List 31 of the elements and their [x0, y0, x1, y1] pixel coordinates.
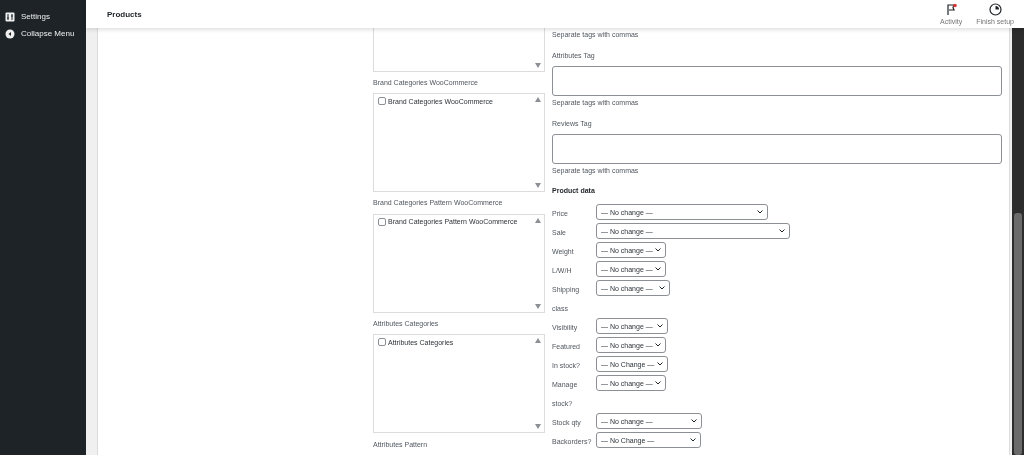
checkbox[interactable] — [378, 217, 386, 226]
scroll-down-icon[interactable] — [535, 62, 541, 68]
flag-icon — [944, 3, 958, 16]
settings-icon — [5, 11, 15, 22]
checkbox[interactable] — [378, 97, 386, 106]
scroll-down-icon[interactable] — [535, 303, 541, 309]
scroll-up-icon[interactable] — [535, 97, 541, 103]
sidebar-item[interactable]: Settings — [21, 12, 50, 21]
scrollbar[interactable] — [1012, 28, 1024, 455]
collapse-icon — [5, 28, 15, 39]
scroll-up-icon[interactable] — [535, 338, 541, 344]
chevron-down-icon — [691, 419, 697, 423]
chevron-down-icon — [757, 210, 763, 214]
tag-input-field[interactable] — [552, 66, 1002, 96]
checkbox[interactable] — [378, 338, 386, 347]
scroll-down-icon[interactable] — [535, 424, 541, 430]
chevron-down-icon — [655, 343, 661, 347]
sidebar-item[interactable]: Collapse Menu — [21, 29, 75, 38]
chevron-down-icon — [655, 381, 661, 385]
scroll-down-icon[interactable] — [535, 183, 541, 189]
chevron-down-icon — [655, 248, 661, 252]
tag-input-field[interactable] — [552, 134, 1002, 164]
chevron-down-icon — [655, 267, 661, 271]
chevron-down-icon — [690, 438, 696, 442]
scroll-up-icon[interactable] — [535, 217, 541, 223]
progress-icon — [988, 3, 1002, 16]
chevron-down-icon — [659, 286, 665, 290]
chevron-down-icon — [657, 362, 663, 366]
chevron-down-icon — [779, 229, 785, 233]
chevron-down-icon — [657, 324, 663, 328]
page-title: Products — [107, 9, 143, 19]
